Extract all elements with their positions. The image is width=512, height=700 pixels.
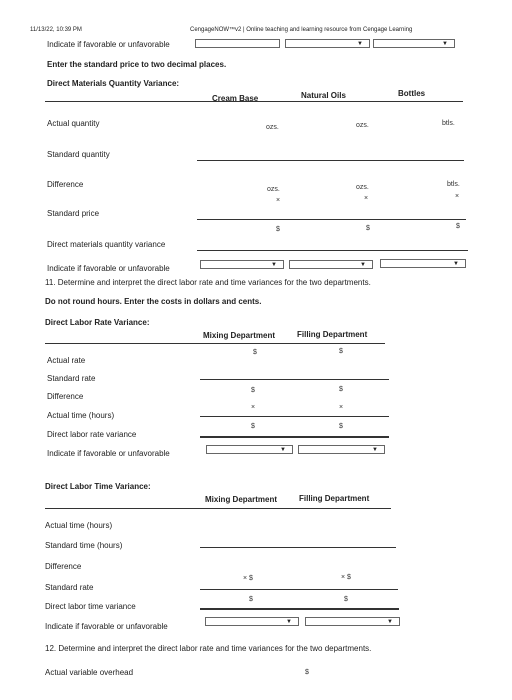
favorable-label-rate: Indicate if favorable or unfavorable [47,449,170,458]
materials-quantity-title: Direct Materials Quantity Variance: [47,79,180,88]
favorable-select-rate-mixing[interactable]: ▼ [206,445,293,454]
row-actual-time: Actual time (hours) [47,411,115,420]
divider [197,250,468,251]
row-actual-time-2: Actual time (hours) [45,521,113,530]
divider [197,160,464,161]
chevron-down-icon: ▼ [280,447,286,453]
unit-ozs: ozs. [356,184,369,191]
chevron-down-icon: ▼ [286,619,292,625]
favorable-select-time-filling[interactable]: ▼ [305,617,400,626]
time-variance-title: Direct Labor Time Variance: [45,482,151,491]
divider [200,436,389,438]
row-difference-time: Difference [45,562,82,571]
unit-btls: btls. [442,120,455,127]
row-standard-rate-2: Standard rate [45,583,94,592]
favorable-label-time: Indicate if favorable or unfavorable [45,622,168,631]
unit-ozs: ozs. [356,122,369,129]
unit-ozs: ozs. [267,186,280,193]
col-filling-dept: Filling Department [299,494,370,503]
times-dollar: × $ [243,575,253,582]
chevron-down-icon: ▼ [271,262,277,268]
dollar-sign: $ [339,348,343,355]
favorable-select-top-1[interactable] [195,39,280,48]
divider [197,219,466,220]
dollar-sign: $ [456,223,460,230]
favorable-select-time-mixing[interactable]: ▼ [205,617,299,626]
row-standard-price: Standard price [47,209,100,218]
dollar-sign: $ [253,349,257,356]
chevron-down-icon: ▼ [357,41,363,47]
dollar-sign: $ [251,387,255,394]
chevron-down-icon: ▼ [387,619,393,625]
row-rate-variance: Direct labor rate variance [47,430,137,439]
row-actual-quantity: Actual quantity [47,119,100,128]
dollar-sign: $ [276,226,280,233]
print-site-title: CengageNOW™v2 | Online teaching and lear… [190,27,413,33]
favorable-select-top-2[interactable]: ▼ [285,39,370,48]
divider [200,608,399,610]
row-standard-time: Standard time (hours) [45,541,123,550]
question-12: 12. Determine and interpret the direct l… [45,644,372,653]
times-icon: × [364,195,369,202]
col-mixing-dept: Mixing Department [205,495,278,504]
times-dollar: × $ [341,574,351,581]
row-materials-variance: Direct materials quantity variance [47,240,166,249]
favorable-label-top: Indicate if favorable or unfavorable [47,40,170,49]
row-standard-rate: Standard rate [47,374,96,383]
print-datetime: 11/13/22, 10:39 PM [30,27,82,33]
col-filling-dept: Filling Department [297,330,368,339]
divider [45,508,391,509]
col-bottles: Bottles [398,89,426,98]
question-11: 11. Determine and interpret the direct l… [45,278,371,287]
dollar-sign: $ [366,225,370,232]
divider [200,379,389,380]
instruction-text: Enter the standard price to two decimal … [47,60,227,69]
row-actual-variable-overhead: Actual variable overhead [45,668,134,677]
row-difference: Difference [47,180,84,189]
times-icon: × [455,193,460,200]
divider [45,343,385,344]
divider [200,589,398,590]
favorable-select-oils[interactable]: ▼ [289,260,373,269]
col-natural-oils: Natural Oils [301,91,346,100]
favorable-select-rate-filling[interactable]: ▼ [298,445,385,454]
chevron-down-icon: ▼ [360,262,366,268]
divider [45,101,463,102]
times-icon: × [339,404,344,411]
times-icon: × [251,404,256,411]
favorable-select-cream[interactable]: ▼ [200,260,284,269]
dollar-sign: $ [339,423,343,430]
row-time-variance: Direct labor time variance [45,602,136,611]
row-difference-rate: Difference [47,392,84,401]
unit-btls: btls. [447,181,460,188]
favorable-select-top-3[interactable]: ▼ [373,39,455,48]
dollar-sign: $ [251,423,255,430]
question-11-instructions: Do not round hours. Enter the costs in d… [45,297,262,306]
dollar-sign: $ [339,386,343,393]
dollar-sign: $ [305,669,309,676]
chevron-down-icon: ▼ [442,41,448,47]
divider [200,547,396,548]
dollar-sign: $ [249,596,253,603]
rate-variance-title: Direct Labor Rate Variance: [45,318,150,327]
chevron-down-icon: ▼ [372,447,378,453]
chevron-down-icon: ▼ [453,261,459,267]
times-icon: × [276,197,281,204]
favorable-select-bottles[interactable]: ▼ [380,259,466,268]
row-actual-rate: Actual rate [47,356,86,365]
favorable-label-materials: Indicate if favorable or unfavorable [47,264,170,273]
row-standard-quantity: Standard quantity [47,150,110,159]
dollar-sign: $ [344,596,348,603]
unit-ozs: ozs. [266,124,279,131]
col-mixing-dept: Mixing Department [203,331,276,340]
divider [200,416,389,417]
